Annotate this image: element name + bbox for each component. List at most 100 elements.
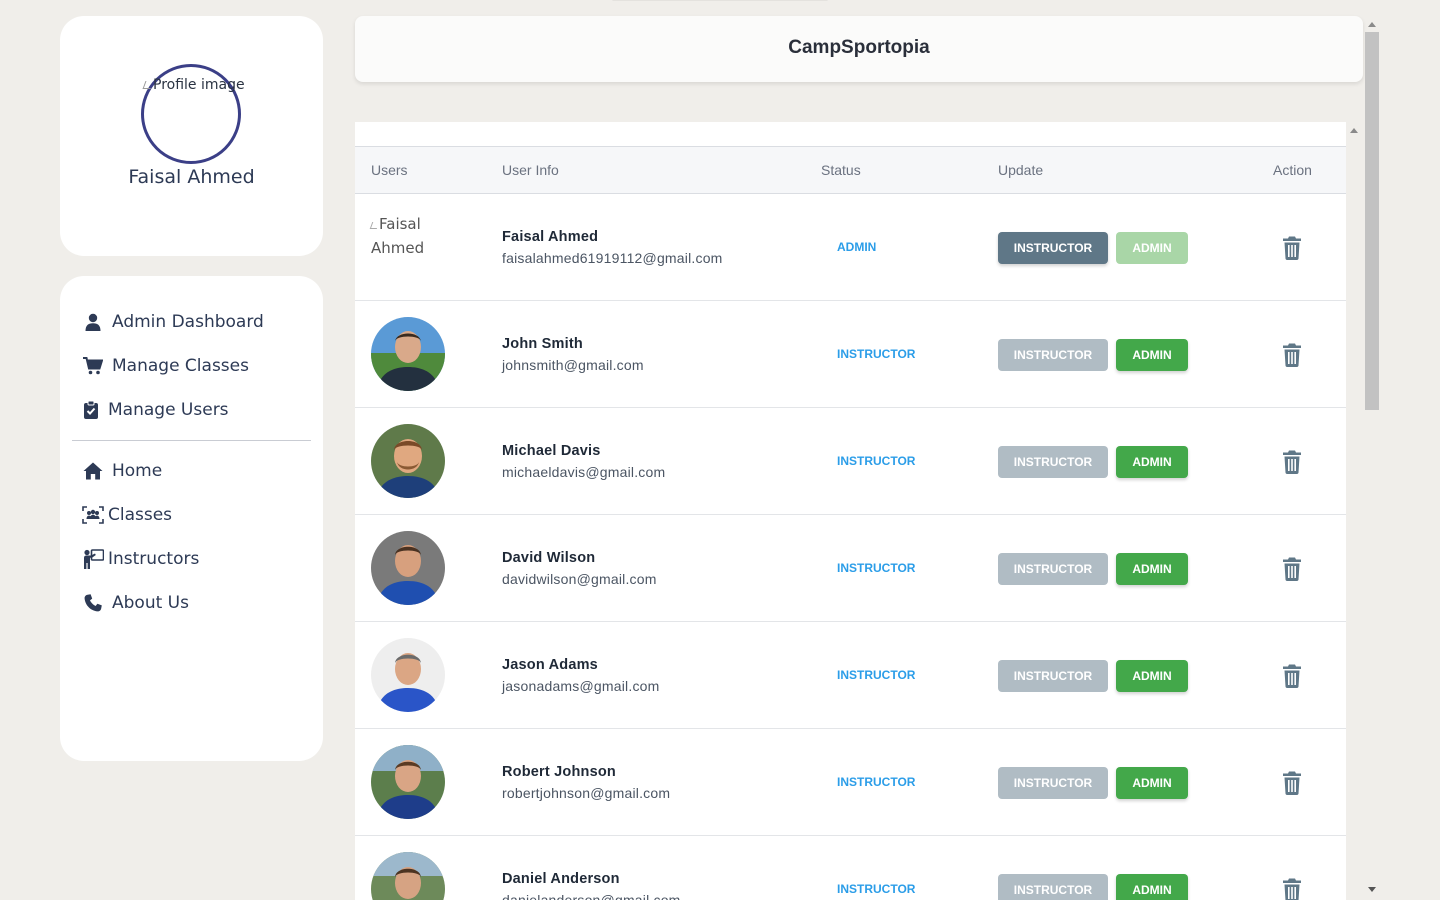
- make-instructor-button[interactable]: INSTRUCTOR: [998, 553, 1108, 585]
- sidebar-item-manage-classes[interactable]: Manage Classes: [82, 352, 249, 380]
- delete-trash-icon[interactable]: [1282, 664, 1302, 688]
- users-table: Users User Info Status Update Action Fai…: [355, 122, 1346, 900]
- sidebar-item-label: Admin Dashboard: [112, 312, 264, 332]
- column-header-users: Users: [371, 162, 408, 178]
- sidebar-item-manage-users[interactable]: Manage Users: [82, 396, 229, 424]
- sidebar-item-home[interactable]: Home: [82, 457, 162, 485]
- clipboard-check-icon: [82, 399, 100, 421]
- table-row: Michael Davis michaeldavis@gmail.com INS…: [355, 408, 1346, 515]
- make-admin-button[interactable]: ADMIN: [1116, 446, 1188, 478]
- page-header: CampSportopia: [355, 16, 1363, 82]
- table-row: Faisal Ahmed Faisal Ahmed faisalahmed619…: [355, 194, 1346, 301]
- user-email: faisalahmed61919112@gmail.com: [502, 250, 723, 266]
- make-instructor-button[interactable]: INSTRUCTOR: [998, 660, 1108, 692]
- user-email: jasonadams@gmail.com: [502, 678, 660, 694]
- make-instructor-button[interactable]: INSTRUCTOR: [998, 767, 1108, 799]
- user-status: INSTRUCTOR: [837, 561, 916, 575]
- user-name: John Smith: [502, 336, 583, 352]
- sidebar-nav: Admin Dashboard Manage Classes Manage Us…: [60, 276, 323, 761]
- delete-trash-icon[interactable]: [1282, 236, 1302, 260]
- user-name: David Wilson: [502, 550, 596, 566]
- make-admin-button[interactable]: ADMIN: [1116, 874, 1188, 900]
- top-handle: [612, 0, 828, 1]
- scroll-down-arrow-icon[interactable]: [1368, 887, 1376, 892]
- sidebar-item-classes[interactable]: Classes: [82, 501, 172, 529]
- table-row: Jason Adams jasonadams@gmail.com INSTRUC…: [355, 622, 1346, 729]
- user-photo: [371, 531, 445, 605]
- delete-trash-icon[interactable]: [1282, 450, 1302, 474]
- user-status: INSTRUCTOR: [837, 347, 916, 361]
- table-row: John Smith johnsmith@gmail.com INSTRUCTO…: [355, 301, 1346, 408]
- user-email: davidwilson@gmail.com: [502, 571, 657, 587]
- user-email: robertjohnson@gmail.com: [502, 785, 671, 801]
- home-icon: [82, 460, 104, 482]
- delete-trash-icon[interactable]: [1282, 878, 1302, 900]
- table-scrollbar[interactable]: [1346, 122, 1362, 900]
- user-email: danielanderson@gmail.com: [502, 892, 681, 900]
- make-admin-button[interactable]: ADMIN: [1116, 553, 1188, 585]
- sidebar-item-admin-dashboard[interactable]: Admin Dashboard: [82, 308, 264, 336]
- profile-avatar: Profile image: [141, 64, 245, 164]
- broken-image-icon: [142, 81, 154, 89]
- user-icon: [82, 311, 104, 333]
- user-status: INSTRUCTOR: [837, 668, 916, 682]
- table-row: Robert Johnson robertjohnson@gmail.com I…: [355, 729, 1346, 836]
- column-header-status: Status: [821, 162, 861, 178]
- profile-card: Profile image Faisal Ahmed: [60, 16, 323, 256]
- profile-name: Faisal Ahmed: [128, 166, 255, 188]
- sidebar-item-label: Manage Users: [108, 400, 229, 420]
- make-admin-button[interactable]: ADMIN: [1116, 767, 1188, 799]
- user-status: INSTRUCTOR: [837, 882, 916, 896]
- page-scrollbar-thumb[interactable]: [1365, 32, 1379, 410]
- user-name: Robert Johnson: [502, 764, 616, 780]
- user-photo-alt: Faisal Ahmed: [369, 212, 451, 260]
- user-photo: [371, 424, 445, 498]
- user-status: ADMIN: [837, 240, 877, 254]
- user-photo: [371, 852, 445, 900]
- page-title: CampSportopia: [788, 37, 930, 58]
- user-name: Jason Adams: [502, 657, 598, 673]
- scroll-up-arrow-icon[interactable]: [1368, 22, 1376, 27]
- nav-divider: [72, 440, 311, 441]
- user-name: Michael Davis: [502, 443, 601, 459]
- sidebar-item-label: Classes: [108, 505, 173, 525]
- column-header-update: Update: [998, 162, 1044, 178]
- delete-trash-icon[interactable]: [1282, 771, 1302, 795]
- scroll-up-arrow-icon[interactable]: [1350, 128, 1358, 133]
- profile-image-alt: Profile image: [142, 73, 254, 97]
- make-instructor-button[interactable]: INSTRUCTOR: [998, 232, 1108, 264]
- make-admin-button[interactable]: ADMIN: [1116, 660, 1188, 692]
- sidebar-item-instructors[interactable]: Instructors: [82, 545, 199, 573]
- table-row: David Wilson davidwilson@gmail.com INSTR…: [355, 515, 1346, 622]
- user-email: johnsmith@gmail.com: [502, 357, 644, 373]
- sidebar-item-label: Instructors: [108, 549, 200, 569]
- user-status: INSTRUCTOR: [837, 454, 916, 468]
- instructor-icon: [82, 548, 104, 570]
- column-header-action: Action: [1273, 162, 1312, 178]
- make-instructor-button[interactable]: INSTRUCTOR: [998, 874, 1108, 900]
- user-email: michaeldavis@gmail.com: [502, 464, 666, 480]
- delete-trash-icon[interactable]: [1282, 343, 1302, 367]
- make-admin-button[interactable]: ADMIN: [1116, 339, 1188, 371]
- delete-trash-icon[interactable]: [1282, 557, 1302, 581]
- user-photo: [371, 638, 445, 712]
- broken-image-icon: [369, 222, 380, 229]
- phone-icon: [82, 592, 104, 614]
- profile-image-alt-text: Profile image: [153, 77, 245, 93]
- sidebar-item-label: Manage Classes: [112, 356, 249, 376]
- table-header: Users User Info Status Update Action: [355, 146, 1346, 194]
- column-header-user-info: User Info: [502, 162, 559, 178]
- make-admin-button[interactable]: ADMIN: [1116, 232, 1188, 264]
- sidebar-item-about-us[interactable]: About Us: [82, 589, 189, 617]
- user-name: Daniel Anderson: [502, 871, 620, 887]
- make-instructor-button[interactable]: INSTRUCTOR: [998, 446, 1108, 478]
- table-row: Daniel Anderson danielanderson@gmail.com…: [355, 836, 1346, 900]
- page-scrollbar[interactable]: [1364, 16, 1380, 900]
- user-status: INSTRUCTOR: [837, 775, 916, 789]
- sidebar-item-label: Home: [112, 461, 163, 481]
- group-scan-icon: [82, 504, 104, 526]
- user-name: Faisal Ahmed: [502, 229, 599, 245]
- user-photo: [371, 317, 445, 391]
- sidebar-item-label: About Us: [112, 593, 189, 613]
- make-instructor-button[interactable]: INSTRUCTOR: [998, 339, 1108, 371]
